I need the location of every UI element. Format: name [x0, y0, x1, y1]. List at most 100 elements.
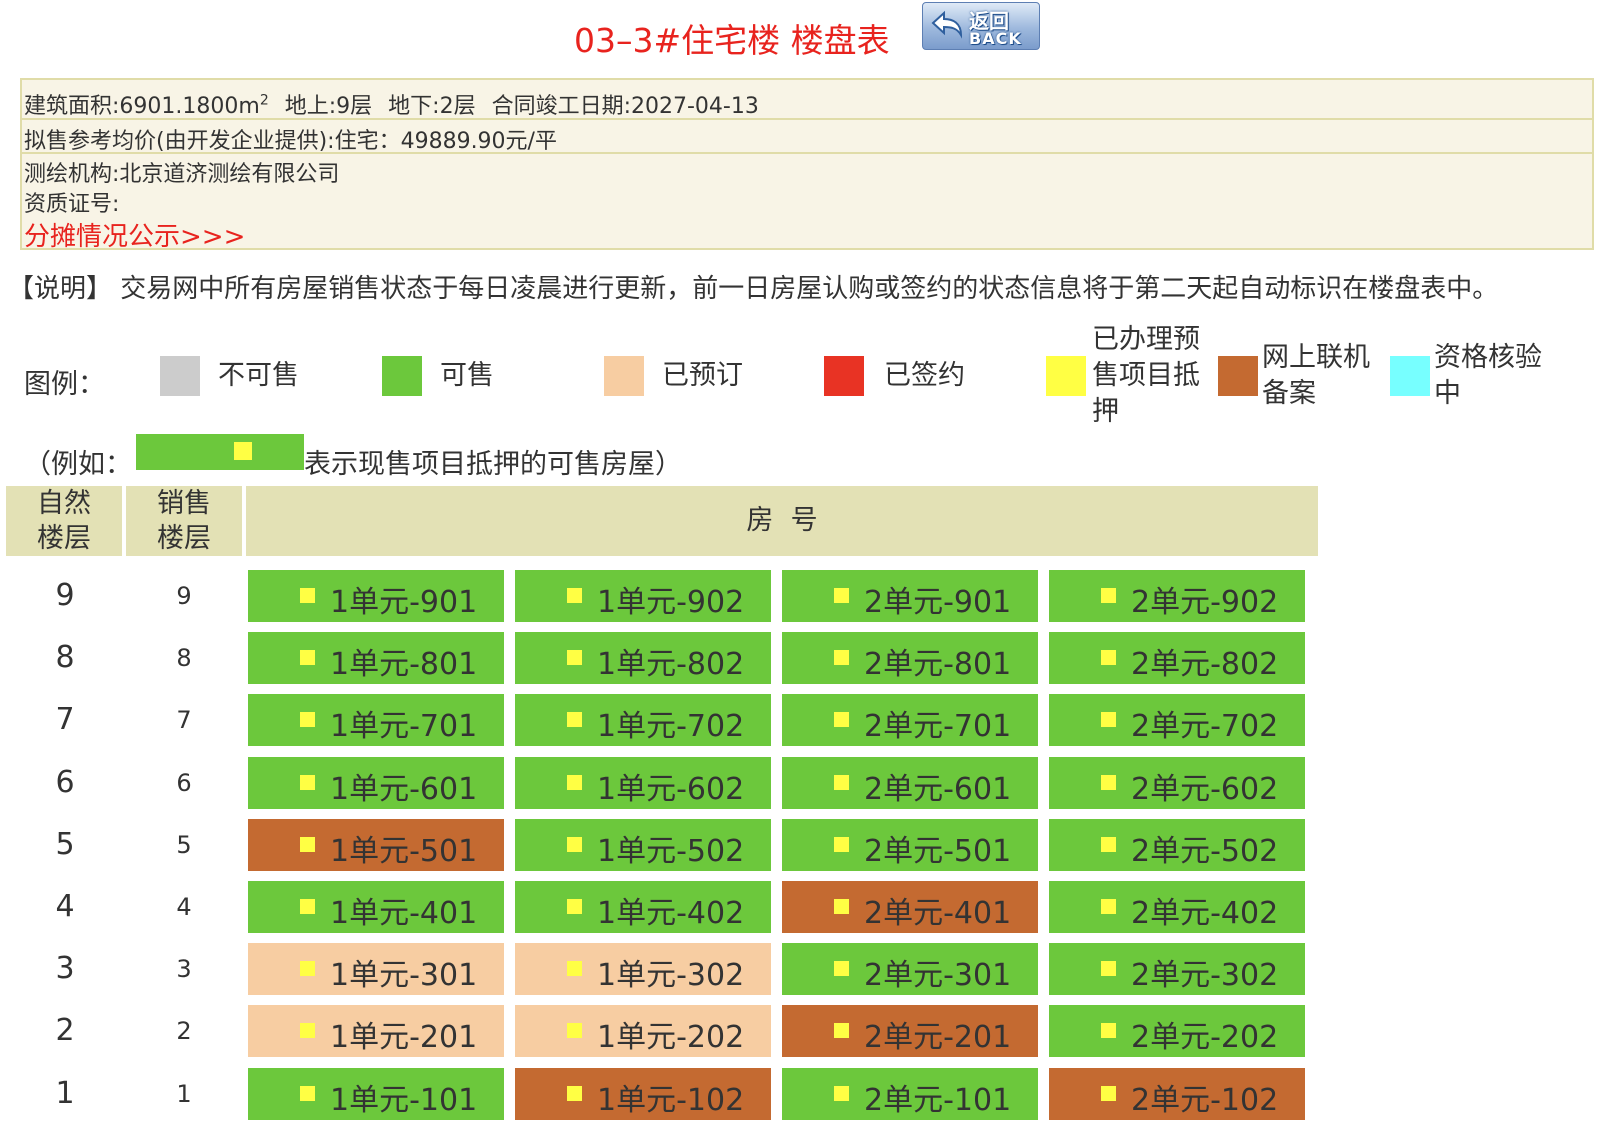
mortgage-marker-icon — [1101, 712, 1116, 727]
unit-cell[interactable]: 1单元-802 — [515, 632, 771, 684]
legend-swatch-signed — [824, 356, 864, 396]
unit-label: 1单元-402 — [597, 896, 745, 931]
unit-label: 1单元-701 — [330, 709, 478, 744]
unit-label: 2单元-801 — [864, 647, 1012, 682]
natural-floor-cell: 8 — [55, 640, 75, 675]
natural-floor-cell: 9 — [55, 578, 75, 613]
unit-cell[interactable]: 2单元-102 — [1049, 1068, 1305, 1120]
unit-cell[interactable]: 1单元-101 — [248, 1068, 504, 1120]
unit-label: 1单元-801 — [330, 647, 478, 682]
mortgage-marker-icon — [300, 775, 315, 790]
unit-cell[interactable]: 2单元-302 — [1049, 943, 1305, 995]
building-area: 建筑面积:6901.1800m — [24, 94, 260, 119]
sale-floor-cell: 8 — [176, 644, 192, 672]
status-note: 【说明】 交易网中所有房屋销售状态于每日凌晨进行更新，前一日房屋认购或签约的状态… — [8, 274, 1499, 304]
unit-cell[interactable]: 1单元-302 — [515, 943, 771, 995]
mortgage-marker-icon — [1101, 837, 1116, 852]
legend-text-mortgaged: 已办理预售项目抵押 — [1092, 324, 1200, 427]
area-unit-sup: 2 — [259, 92, 269, 109]
average-price: 拟售参考均价(由开发企业提供):住宅：49889.90元/平 — [24, 129, 557, 154]
back-button-en-label: BACK — [969, 29, 1022, 48]
unit-cell[interactable]: 1单元-701 — [248, 694, 504, 746]
mortgage-marker-icon — [834, 650, 849, 665]
unit-cell[interactable]: 1单元-202 — [515, 1005, 771, 1057]
info-row-area: 建筑面积:6901.1800m2 地上:9层 地下:2层 合同竣工日期:2027-04… — [22, 80, 1592, 120]
mortgage-marker-icon — [567, 1023, 582, 1038]
unit-cell[interactable]: 1单元-902 — [515, 570, 771, 622]
legend-text-verifying: 资格核验中 — [1434, 342, 1542, 409]
unit-label: 2单元-702 — [1131, 709, 1279, 744]
survey-org: 测绘机构:北京道济测绘有限公司 — [24, 162, 340, 187]
unit-cell[interactable]: 2单元-802 — [1049, 632, 1305, 684]
unit-label: 1单元-601 — [330, 772, 478, 807]
unit-cell[interactable]: 2单元-201 — [782, 1005, 1038, 1057]
unit-label: 1单元-102 — [597, 1083, 745, 1118]
unit-label: 2单元-302 — [1131, 958, 1279, 993]
back-button[interactable]: 返回 BACK — [922, 2, 1040, 50]
unit-cell[interactable]: 2单元-601 — [782, 757, 1038, 809]
info-row-price: 拟售参考均价(由开发企业提供):住宅：49889.90元/平 — [22, 120, 1592, 154]
unit-cell[interactable]: 1单元-301 — [248, 943, 504, 995]
unit-cell[interactable]: 2单元-501 — [782, 819, 1038, 871]
completion-date: 合同竣工日期:2027-04-13 — [491, 94, 759, 119]
natural-floor-cell: 5 — [55, 827, 75, 862]
unit-label: 1单元-502 — [597, 834, 745, 869]
unit-cell[interactable]: 1单元-702 — [515, 694, 771, 746]
unit-cell[interactable]: 1单元-501 — [248, 819, 504, 871]
unit-cell[interactable]: 1单元-901 — [248, 570, 504, 622]
unit-label: 2单元-701 — [864, 709, 1012, 744]
unit-label: 1单元-401 — [330, 896, 478, 931]
unit-cell[interactable]: 1单元-201 — [248, 1005, 504, 1057]
mortgage-marker-icon — [834, 588, 849, 603]
unit-cell[interactable]: 1单元-801 — [248, 632, 504, 684]
unit-label: 2单元-902 — [1131, 585, 1279, 620]
unit-label: 2单元-901 — [864, 585, 1012, 620]
unit-label: 2单元-401 — [864, 896, 1012, 931]
building-info-box: 建筑面积:6901.1800m2 地上:9层 地下:2层 合同竣工日期:2027-04… — [20, 78, 1594, 253]
mortgage-marker-icon — [1101, 588, 1116, 603]
unit-label: 1单元-702 — [597, 709, 745, 744]
legend-text-available: 可售 — [440, 360, 494, 391]
unit-label: 1单元-201 — [330, 1020, 478, 1055]
share-disclosure-link[interactable]: 分摊情况公示>>> — [24, 216, 245, 253]
unit-cell[interactable]: 2单元-902 — [1049, 570, 1305, 622]
unit-label: 1单元-101 — [330, 1083, 478, 1118]
mortgage-marker-icon — [567, 961, 582, 976]
mortgage-marker-icon — [300, 588, 315, 603]
unit-cell[interactable]: 2单元-702 — [1049, 694, 1305, 746]
mortgage-marker-icon — [1101, 1086, 1116, 1101]
page-title: 03–3#住宅楼 楼盘表 — [574, 21, 890, 60]
mortgage-marker-icon — [300, 1086, 315, 1101]
mortgage-marker-icon — [834, 837, 849, 852]
unit-cell[interactable]: 1单元-402 — [515, 881, 771, 933]
mortgage-marker-icon — [567, 712, 582, 727]
unit-cell[interactable]: 2单元-202 — [1049, 1005, 1305, 1057]
unit-cell[interactable]: 2单元-401 — [782, 881, 1038, 933]
mortgage-marker-icon — [834, 961, 849, 976]
unit-cell[interactable]: 1单元-602 — [515, 757, 771, 809]
sale-floor-cell: 1 — [176, 1080, 192, 1108]
legend-swatch-available — [382, 356, 422, 396]
unit-cell[interactable]: 2单元-301 — [782, 943, 1038, 995]
unit-cell[interactable]: 2单元-502 — [1049, 819, 1305, 871]
natural-floor-cell: 2 — [55, 1013, 75, 1048]
mortgage-marker-icon — [300, 837, 315, 852]
unit-cell[interactable]: 2单元-901 — [782, 570, 1038, 622]
unit-cell[interactable]: 2单元-602 — [1049, 757, 1305, 809]
sale-floor-cell: 9 — [176, 582, 192, 610]
mortgage-marker-icon — [834, 1023, 849, 1038]
mortgage-marker-icon — [834, 775, 849, 790]
unit-cell[interactable]: 1单元-102 — [515, 1068, 771, 1120]
mortgage-marker-icon — [1101, 1023, 1116, 1038]
natural-floor-cell: 3 — [55, 951, 75, 986]
mortgage-marker-icon — [567, 775, 582, 790]
floors-below: 地下:2层 — [388, 94, 476, 119]
unit-cell[interactable]: 1单元-401 — [248, 881, 504, 933]
unit-cell[interactable]: 1单元-502 — [515, 819, 771, 871]
unit-cell[interactable]: 2单元-701 — [782, 694, 1038, 746]
unit-cell[interactable]: 2单元-101 — [782, 1068, 1038, 1120]
unit-cell[interactable]: 2单元-402 — [1049, 881, 1305, 933]
unit-cell[interactable]: 1单元-601 — [248, 757, 504, 809]
mortgage-marker-icon — [1101, 899, 1116, 914]
unit-cell[interactable]: 2单元-801 — [782, 632, 1038, 684]
